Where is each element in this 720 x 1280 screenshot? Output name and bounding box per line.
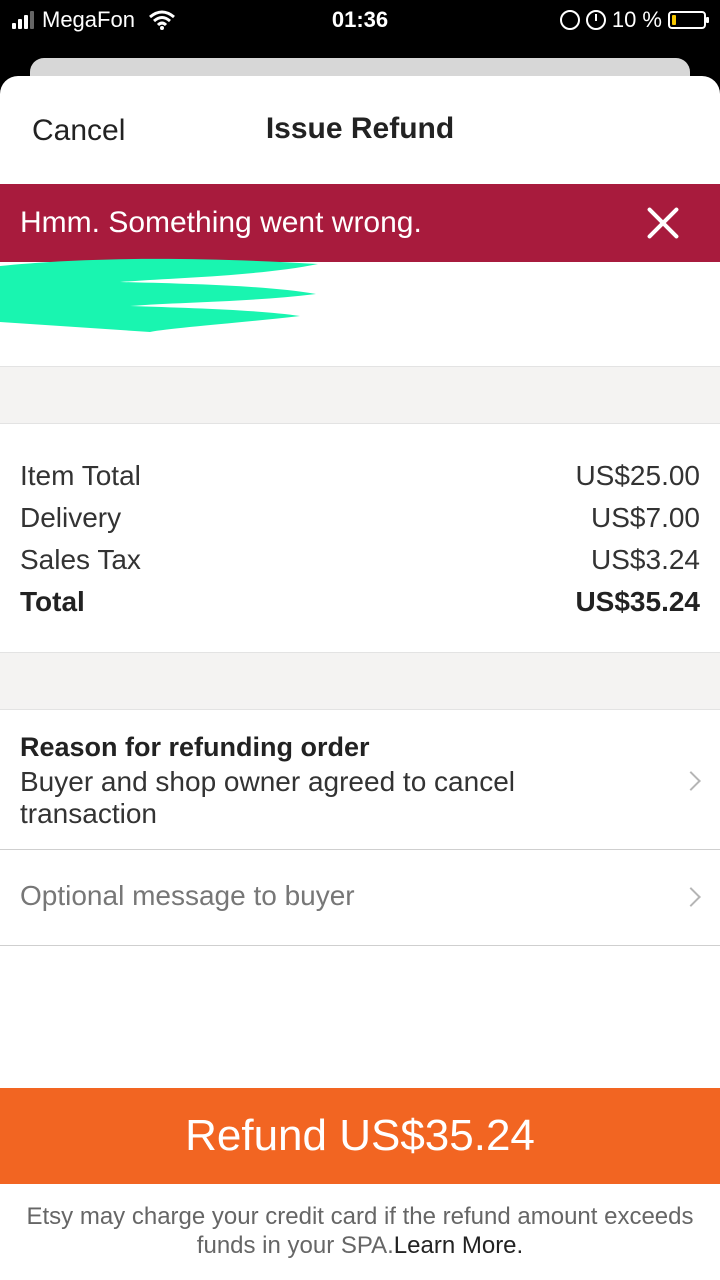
disclaimer-text: Etsy may charge your credit card if the …: [26, 1203, 694, 1259]
total-value: US$35.24: [575, 586, 700, 617]
optional-message-row[interactable]: Optional message to buyer: [0, 850, 720, 946]
chevron-right-icon: [681, 887, 701, 907]
error-banner: Hmm. Something went wrong.: [0, 184, 720, 262]
total-label: Total: [20, 586, 85, 617]
status-right: 10 %: [559, 7, 709, 33]
summary-row: Delivery US$7.00: [20, 502, 700, 542]
refund-button[interactable]: Refund US$35.24: [0, 1088, 720, 1184]
summary-value: US$25.00: [575, 460, 700, 491]
chevron-right-icon: [681, 771, 701, 791]
nav-bar: Cancel Issue Refund: [0, 76, 720, 184]
rotation-lock-icon: [559, 10, 580, 30]
section-divider: [0, 366, 720, 424]
summary-label: Delivery: [20, 502, 122, 533]
section-divider: [0, 652, 720, 710]
summary-value: US$7.00: [591, 502, 700, 533]
error-message: Hmm. Something went wrong.: [20, 206, 422, 239]
summary-label: Sales Tax: [20, 544, 141, 575]
redaction-mark: [0, 258, 318, 332]
summary-row: Sales Tax US$3.24: [20, 544, 700, 584]
reason-value: Buyer and shop owner agreed to cancel tr…: [20, 766, 515, 829]
battery-icon: [668, 11, 709, 29]
status-bar: MegaFon 01:36 10 %: [0, 0, 720, 40]
summary-row: Item Total US$25.00: [20, 460, 700, 500]
refund-reason-row[interactable]: Reason for refunding order Buyer and sho…: [0, 710, 720, 850]
close-icon[interactable]: [646, 206, 680, 240]
message-placeholder: Optional message to buyer: [20, 880, 355, 911]
alarm-icon: [585, 10, 606, 30]
refund-sheet: Cancel Issue Refund Hmm. Something went …: [0, 76, 720, 1280]
summary-value: US$3.24: [591, 544, 700, 575]
battery-percent: 10 %: [611, 7, 662, 32]
reason-title: Reason for refunding order: [20, 732, 370, 762]
page-title: Issue Refund: [265, 112, 455, 145]
summary-total-row: Total US$35.24: [20, 586, 700, 626]
learn-more-link[interactable]: Learn More.: [394, 1232, 523, 1259]
summary-label: Item Total: [20, 460, 141, 491]
refund-disclaimer: Etsy may charge your credit card if the …: [20, 1202, 700, 1260]
